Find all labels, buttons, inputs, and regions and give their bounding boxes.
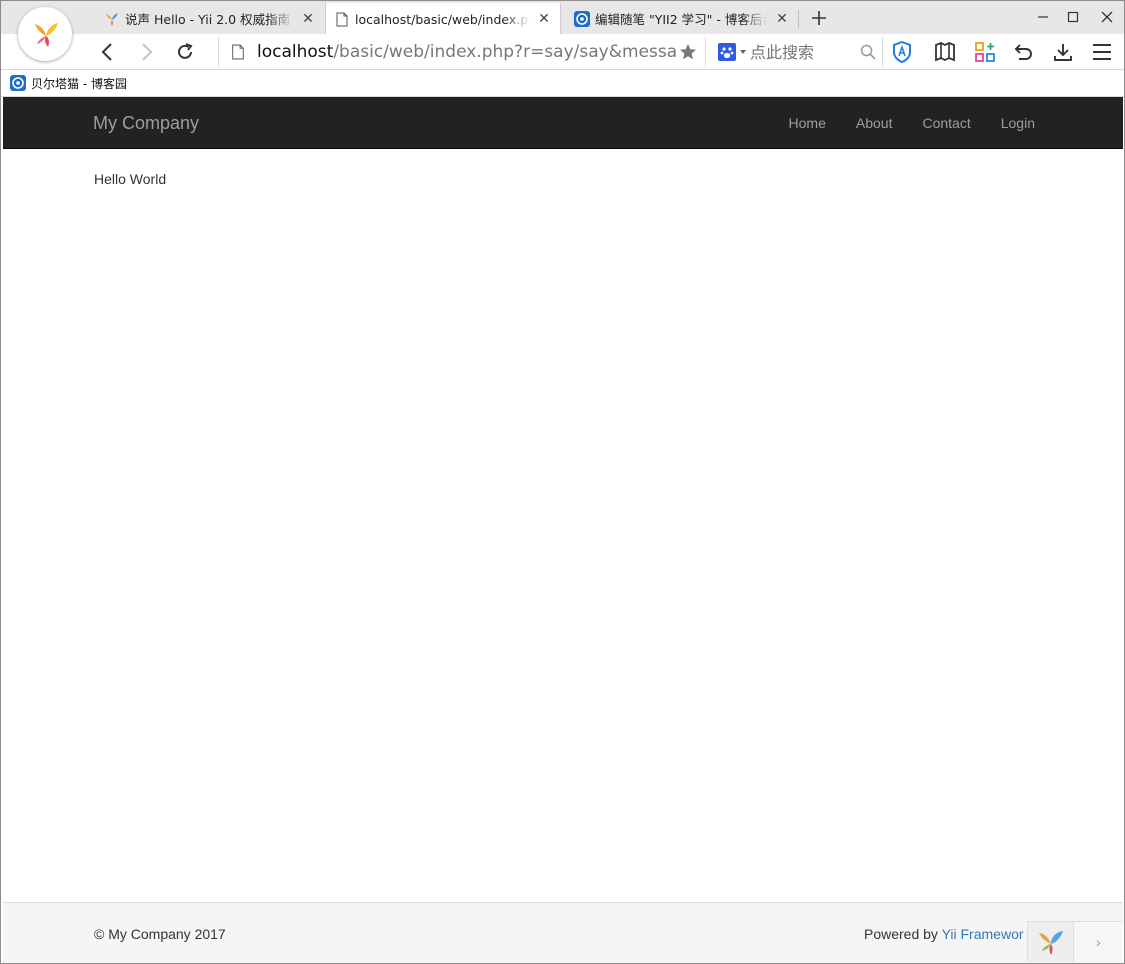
brand-link[interactable]: My Company xyxy=(93,113,199,134)
nav-home-link[interactable]: Home xyxy=(774,97,841,149)
site-navbar: My Company Home About Contact Login xyxy=(3,97,1123,149)
yii-logo-icon[interactable] xyxy=(1028,922,1074,962)
nav-contact-link[interactable]: Contact xyxy=(907,97,985,149)
powered-by: Powered by Yii Framewor xyxy=(864,926,1024,942)
reload-icon[interactable] xyxy=(172,39,198,65)
tab-localhost[interactable]: localhost/basic/web/index.php ✕ xyxy=(325,3,561,35)
bookmarks-bar: 贝尔塔猫 - 博客园 xyxy=(1,70,1124,97)
window-close-icon[interactable] xyxy=(1092,5,1122,29)
tab-strip: 说声 Hello - Yii 2.0 权威指南 - Yii ✕ localhos… xyxy=(1,1,1124,61)
powered-prefix: Powered by xyxy=(864,926,942,942)
download-icon[interactable] xyxy=(1050,39,1076,65)
yii-framework-link[interactable]: Yii Framewor xyxy=(942,926,1024,942)
nav-about-link[interactable]: About xyxy=(841,97,908,149)
tab-label: 编辑随笔 "YII2 学习" - 博客后台 xyxy=(595,12,768,27)
address-bar[interactable]: localhost/basic/web/index.php?r=say/say&… xyxy=(218,37,706,67)
apps-grid-icon[interactable] xyxy=(972,39,998,65)
yii-icon xyxy=(104,11,120,27)
page-icon xyxy=(232,44,244,60)
search-input[interactable] xyxy=(750,42,850,62)
reading-mode-icon[interactable] xyxy=(932,39,958,65)
undo-icon[interactable] xyxy=(1010,39,1036,65)
nav-login-link[interactable]: Login xyxy=(986,97,1050,149)
browser-window: 说声 Hello - Yii 2.0 权威指南 - Yii ✕ localhos… xyxy=(0,0,1125,964)
page-icon xyxy=(334,11,350,27)
site-footer: © My Company 2017 Powered by Yii Framewo… xyxy=(3,902,1123,963)
tab-separator xyxy=(798,10,799,28)
url-path: /basic/web/index.php?r=say/say&message=H xyxy=(333,42,677,62)
cnblogs-icon xyxy=(10,75,26,91)
search-box[interactable] xyxy=(713,37,883,67)
menu-icon[interactable] xyxy=(1089,39,1115,65)
navigation-bar: localhost/basic/web/index.php?r=say/say&… xyxy=(1,34,1124,70)
chevron-down-icon[interactable] xyxy=(740,50,746,54)
browser-logo-icon[interactable] xyxy=(18,7,72,61)
search-icon[interactable] xyxy=(860,44,876,60)
back-icon[interactable] xyxy=(94,39,120,65)
page-viewport: My Company Home About Contact Login Hell… xyxy=(3,97,1123,963)
baidu-paw-icon[interactable] xyxy=(718,43,736,61)
bookmark-item[interactable]: 贝尔塔猫 - 博客园 xyxy=(10,75,127,92)
hello-message: Hello World xyxy=(94,171,167,187)
tab-yii-guide[interactable]: 说声 Hello - Yii 2.0 权威指南 - Yii ✕ xyxy=(96,3,324,34)
copyright-text: © My Company 2017 xyxy=(94,926,226,942)
cnblogs-icon xyxy=(574,10,590,27)
site-nav-links: Home About Contact Login xyxy=(774,97,1050,149)
close-icon[interactable]: ✕ xyxy=(536,11,552,27)
tab-cnblogs-edit[interactable]: 编辑随笔 "YII2 学习" - 博客后台 ✕ xyxy=(566,3,798,34)
debug-toolbar[interactable]: › xyxy=(1027,921,1123,962)
url-host: localhost xyxy=(257,42,334,62)
minimize-icon[interactable] xyxy=(1028,5,1058,29)
maximize-icon[interactable] xyxy=(1058,5,1088,29)
close-icon[interactable]: ✕ xyxy=(300,11,316,27)
url-text[interactable]: localhost/basic/web/index.php?r=say/say&… xyxy=(257,42,677,62)
bookmark-label: 贝尔塔猫 - 博客园 xyxy=(31,76,127,91)
chevron-right-icon[interactable]: › xyxy=(1074,922,1123,961)
new-tab-icon[interactable] xyxy=(808,7,830,29)
shield-icon[interactable] xyxy=(889,39,915,65)
forward-icon[interactable] xyxy=(134,39,160,65)
tab-label: localhost/basic/web/index.php xyxy=(355,11,530,27)
bookmark-star-icon[interactable] xyxy=(679,43,697,61)
tab-label: 说声 Hello - Yii 2.0 权威指南 - Yii xyxy=(125,12,294,27)
close-icon[interactable]: ✕ xyxy=(774,11,790,27)
